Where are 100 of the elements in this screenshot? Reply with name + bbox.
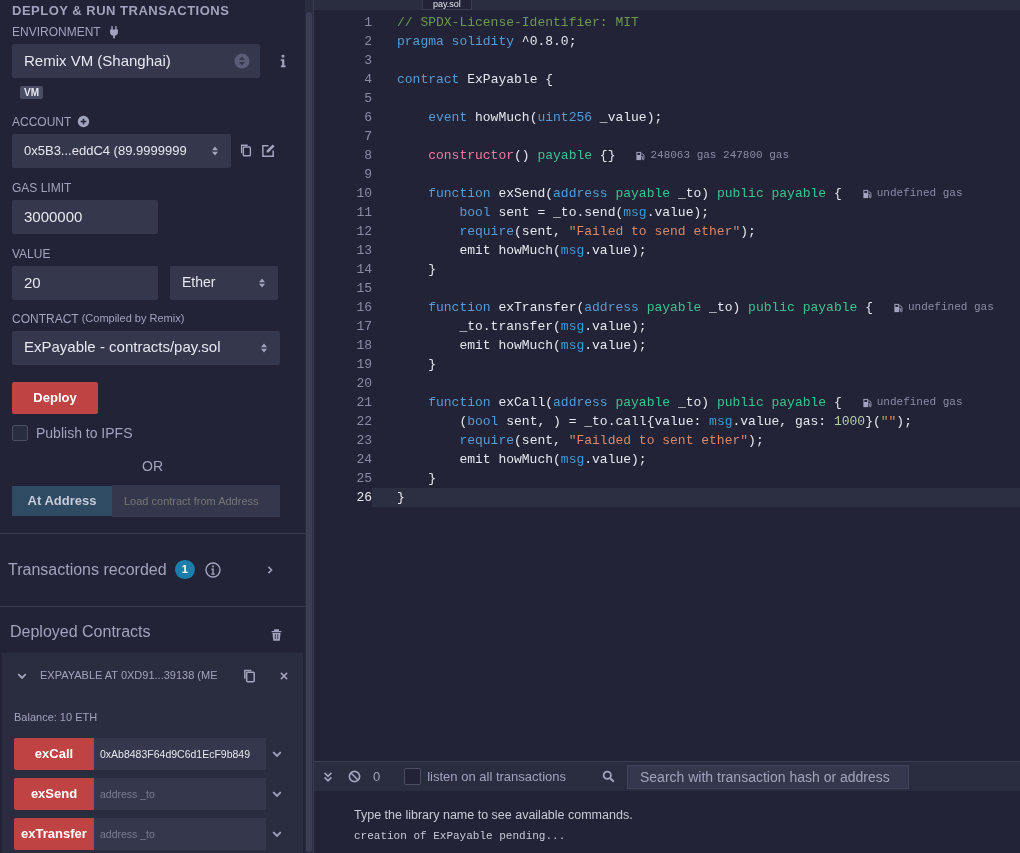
line-number: 3 xyxy=(363,52,372,70)
checkbox-label[interactable]: Publish to IPFS xyxy=(36,422,133,444)
line-number: 26 xyxy=(355,489,372,507)
code-line: event howMuch(uint256 _value); xyxy=(427,109,663,127)
code-line: pragma solidity ^0.8.0; xyxy=(397,33,577,51)
function-argument-field[interactable]: 0xAb8483F64d9C6d1EcF9b849 xyxy=(94,738,266,770)
line-number: 21 xyxy=(355,394,372,412)
line-number: 5 xyxy=(363,90,372,108)
line-number: 11 xyxy=(355,204,372,222)
code-line: constructor() payable {} xyxy=(427,147,616,165)
copy-icon[interactable] xyxy=(242,667,257,684)
deploy-button[interactable]: Deploy xyxy=(12,381,98,414)
value-field[interactable]: 20 xyxy=(12,265,158,300)
line-number: 15 xyxy=(355,280,372,298)
function-argument-field[interactable]: address _to xyxy=(94,778,266,810)
gas-estimate: undefined gas xyxy=(876,395,963,410)
trash-icon[interactable] xyxy=(270,627,283,642)
line-number: 4 xyxy=(363,71,372,89)
line-number: 17 xyxy=(355,318,372,336)
function-button[interactable]: exCall xyxy=(14,738,94,770)
gas-pump-icon xyxy=(861,396,873,409)
code-line: } xyxy=(427,261,436,279)
function-button[interactable]: exSend xyxy=(14,778,94,810)
gas-pump-icon xyxy=(892,301,904,314)
code-line: } xyxy=(427,356,436,374)
gas-pump-icon xyxy=(635,149,647,162)
line-number: 18 xyxy=(355,337,372,355)
code-line: function exCall(address payable _to) public payable { xyxy=(427,394,842,412)
scrollbar-thumb[interactable] xyxy=(306,12,312,852)
line-number: 7 xyxy=(363,128,372,146)
code-line: function exSend(address payable _to) public payable { xyxy=(427,185,842,203)
plus-circle-icon[interactable] xyxy=(77,115,91,128)
code-line: // SPDX-License-Identifier: MIT xyxy=(397,14,639,32)
terminal-message: Type the library name to see available commands. xyxy=(354,808,633,822)
clear-icon[interactable] xyxy=(348,770,361,783)
line-number: 12 xyxy=(355,223,372,241)
environment-badge: VM xyxy=(20,86,43,99)
line-number: 24 xyxy=(355,451,372,469)
panel-title: DEPLOY & RUN TRANSACTIONS xyxy=(12,2,231,20)
checkbox[interactable] xyxy=(404,768,422,785)
code-line: emit howMuch(msg.value); xyxy=(458,337,647,355)
log-line: creation of ExPayable pending... xyxy=(354,829,566,842)
code-line: bool sent = _to.send(msg.value); xyxy=(458,204,710,222)
code-line: } xyxy=(397,489,405,507)
info-icon[interactable] xyxy=(205,561,221,578)
function-argument-field[interactable]: address _to xyxy=(94,818,266,850)
account-select[interactable]: 0x5B3...eddC4 (89.9999999 xyxy=(12,133,231,168)
checkbox[interactable] xyxy=(12,425,28,441)
code-line: contract ExPayable { xyxy=(397,71,554,89)
field-label: ENVIRONMENT xyxy=(12,24,101,41)
line-number: 14 xyxy=(355,261,372,279)
or-text: OR xyxy=(142,457,163,474)
close-icon[interactable] xyxy=(279,670,289,681)
line-number: 9 xyxy=(363,166,372,184)
section-title: Transactions recorded xyxy=(8,559,167,580)
field-label: CONTRACT xyxy=(12,310,79,328)
code-line: function exTransfer(address payable _to) public payable { xyxy=(427,299,873,317)
search-field[interactable]: Search with transaction hash or address xyxy=(627,764,909,789)
edit-icon[interactable] xyxy=(261,143,276,158)
line-number: 22 xyxy=(355,413,372,431)
contract-instance-title[interactable]: EXPAYABLE AT 0XD91...39138 (ME xyxy=(40,667,228,684)
environment-select[interactable]: Remix VM (Shanghai) xyxy=(12,44,260,78)
address-field[interactable]: Load contract from Address xyxy=(112,484,280,517)
code-line: } xyxy=(427,470,436,488)
line-number: 20 xyxy=(355,375,372,393)
section-title: Deployed Contracts xyxy=(10,621,151,642)
line-number: 25 xyxy=(355,470,372,488)
gas-estimate: undefined gas xyxy=(907,300,994,315)
contract-select[interactable]: ExPayable - contracts/pay.sol xyxy=(12,330,280,365)
line-number: 8 xyxy=(363,147,372,165)
search-icon[interactable] xyxy=(602,770,615,783)
copy-icon[interactable] xyxy=(239,143,253,158)
line-number: 16 xyxy=(355,299,372,317)
line-number: 6 xyxy=(363,109,372,127)
code-line: require(sent, "Failded to sent ether"); xyxy=(458,432,764,450)
code-line: emit howMuch(msg.value); xyxy=(458,242,647,260)
function-button[interactable]: exTransfer xyxy=(14,818,94,850)
line-number: 23 xyxy=(355,432,372,450)
line-number: 13 xyxy=(355,242,372,260)
balance-text: Balance: 10 ETH xyxy=(14,710,98,723)
line-number: 19 xyxy=(355,356,372,374)
gas-estimate: undefined gas xyxy=(876,186,963,201)
at-address-button[interactable]: At Address xyxy=(12,485,112,516)
pending-count: 0 xyxy=(373,767,381,786)
gas-limit-field[interactable]: 3000000 xyxy=(12,199,158,234)
gas-estimate: 248063 gas 247800 gas xyxy=(650,148,790,163)
field-label: ACCOUNT xyxy=(12,113,72,131)
select-arrows-icon xyxy=(234,53,250,69)
line-number: 10 xyxy=(355,185,372,203)
code-line: (bool sent, ) = _to.call{value: msg.value, gas: 1000}(""); xyxy=(458,413,912,431)
field-label: VALUE xyxy=(12,245,51,263)
double-chevron-down-icon[interactable] xyxy=(322,770,334,783)
checkbox-label[interactable]: listen on all transactions xyxy=(427,766,566,787)
code-line: require(sent, "Failed to send ether"); xyxy=(458,223,756,241)
count-badge: 1 xyxy=(174,560,195,579)
compiler-note: (Compiled by Remix) xyxy=(81,311,185,327)
gas-pump-icon xyxy=(861,187,873,200)
unit-select[interactable]: Ether xyxy=(170,265,278,300)
line-number: 1 xyxy=(363,14,372,32)
line-number: 2 xyxy=(363,33,372,51)
